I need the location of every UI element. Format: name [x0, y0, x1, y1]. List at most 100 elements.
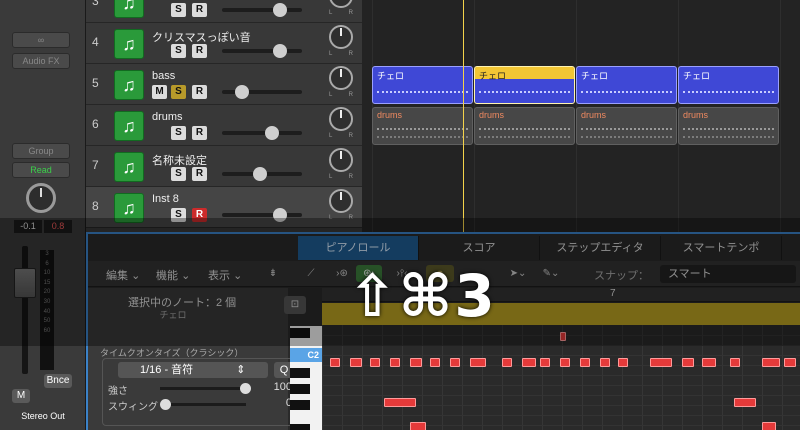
track-row[interactable]: 4 ♫ クリスマスっぽい音 S R L R: [86, 23, 362, 64]
track-volume-slider[interactable]: [222, 126, 302, 140]
midi-note[interactable]: [618, 358, 628, 367]
track-row[interactable]: 3 ♫ S R L R: [86, 0, 362, 23]
track-name[interactable]: クリスマスっぽい音: [152, 29, 251, 45]
strength-slider[interactable]: [160, 383, 251, 394]
grid-row: [322, 415, 800, 416]
track-record-button[interactable]: R: [192, 167, 207, 181]
midi-note[interactable]: [682, 358, 694, 367]
track-volume-slider[interactable]: [222, 208, 302, 222]
track-volume-slider[interactable]: [222, 44, 302, 58]
track-pan-knob[interactable]: [329, 189, 353, 213]
midi-note[interactable]: [784, 358, 796, 367]
automation-mode-read[interactable]: Read: [12, 162, 70, 178]
midi-note[interactable]: [730, 358, 740, 367]
track-volume-slider[interactable]: [222, 85, 302, 99]
track-volume-handle[interactable]: [235, 85, 249, 99]
track-pan-knob[interactable]: [329, 148, 353, 172]
instrument-note-icon[interactable]: ♫: [114, 29, 144, 59]
track-volume-handle[interactable]: [273, 3, 287, 17]
link-button[interactable]: ∞: [12, 32, 70, 48]
midi-note[interactable]: [650, 358, 672, 367]
midi-note[interactable]: [390, 358, 400, 367]
track-volume-slider[interactable]: [222, 3, 302, 17]
swing-value: 0: [285, 397, 292, 409]
arrange-area[interactable]: チェロ チェロ チェロ チェロ drums drums drums drums: [362, 0, 800, 232]
midi-note[interactable]: [430, 358, 440, 367]
midi-note[interactable]: [470, 358, 486, 367]
region-drums-2[interactable]: drums: [474, 107, 575, 145]
midi-note[interactable]: [384, 398, 416, 407]
track-solo-button[interactable]: S: [171, 126, 186, 140]
swing-slider-handle[interactable]: [160, 399, 171, 410]
instrument-note-icon[interactable]: ♫: [114, 0, 144, 18]
track-volume-slider[interactable]: [222, 167, 302, 181]
midi-note[interactable]: [540, 358, 550, 367]
track-mute-button[interactable]: M: [152, 85, 167, 99]
midi-note[interactable]: [762, 422, 776, 430]
midi-note[interactable]: [450, 358, 460, 367]
midi-note[interactable]: [762, 358, 780, 367]
pan-knob[interactable]: [26, 183, 56, 213]
instrument-note-icon[interactable]: ♫: [114, 111, 144, 141]
track-name[interactable]: Inst 8: [152, 193, 179, 205]
midi-note[interactable]: [370, 358, 380, 367]
group-slot[interactable]: Group: [12, 143, 70, 159]
track-record-button[interactable]: R: [192, 44, 207, 58]
bounce-button[interactable]: Bnce: [44, 374, 72, 388]
region-drums-3[interactable]: drums: [576, 107, 677, 145]
track-pan-knob[interactable]: [329, 66, 353, 90]
playhead[interactable]: [463, 0, 464, 232]
track-solo-button[interactable]: S: [171, 167, 186, 181]
track-number: 5: [92, 76, 99, 90]
midi-note[interactable]: [600, 358, 610, 367]
midi-note[interactable]: [350, 358, 362, 367]
region-bass-3[interactable]: チェロ: [576, 66, 677, 104]
track-row[interactable]: 7 ♫ 名称未設定 S R L R: [86, 146, 362, 187]
audio-fx-slot[interactable]: Audio FX: [12, 53, 70, 69]
track-name[interactable]: 名称未設定: [152, 152, 207, 168]
midi-note[interactable]: [734, 398, 756, 407]
track-record-button[interactable]: R: [192, 3, 207, 17]
region-drums-1[interactable]: drums: [372, 107, 473, 145]
track-solo-button[interactable]: S: [171, 44, 186, 58]
track-number: 4: [92, 35, 99, 49]
track-row[interactable]: 6 ♫ drums S R L R: [86, 105, 362, 146]
mute-button[interactable]: M: [12, 389, 30, 403]
strength-slider-handle[interactable]: [240, 383, 251, 394]
track-pan-knob[interactable]: [329, 0, 353, 8]
midi-note[interactable]: [410, 422, 426, 430]
track-name[interactable]: bass: [152, 70, 175, 82]
midi-note[interactable]: [410, 358, 422, 367]
region-bass-4[interactable]: チェロ: [678, 66, 779, 104]
grid-row: [322, 375, 800, 376]
region-bass-2-selected[interactable]: チェロ: [474, 66, 575, 104]
track-solo-button[interactable]: S: [171, 3, 186, 17]
instrument-note-icon[interactable]: ♫: [114, 70, 144, 100]
track-solo-button[interactable]: S: [171, 85, 186, 99]
track-record-button[interactable]: R: [192, 126, 207, 140]
midi-note[interactable]: [502, 358, 512, 367]
swing-label: スウィング: [108, 402, 158, 413]
region-label: チェロ: [683, 71, 711, 81]
midi-note[interactable]: [560, 358, 570, 367]
region-bass-1[interactable]: チェロ: [372, 66, 473, 104]
track-pan-knob[interactable]: [329, 107, 353, 131]
region-label: チェロ: [377, 71, 405, 81]
chevron-updown-icon: ⇕: [236, 364, 246, 376]
track-pan-knob[interactable]: [329, 25, 353, 49]
midi-note[interactable]: [330, 358, 340, 367]
track-row[interactable]: 5 ♫ bass M S R L R: [86, 64, 362, 105]
track-name[interactable]: drums: [152, 111, 183, 123]
track-record-button[interactable]: R: [192, 85, 207, 99]
track-volume-handle[interactable]: [265, 126, 279, 140]
quantize-select[interactable]: 1/16 - 音符 ⇕: [118, 362, 268, 378]
midi-note[interactable]: [702, 358, 716, 367]
swing-slider[interactable]: [160, 399, 246, 410]
instrument-note-icon[interactable]: ♫: [114, 152, 144, 182]
link-icon: ∞: [37, 35, 45, 45]
track-volume-handle[interactable]: [253, 167, 267, 181]
region-drums-4[interactable]: drums: [678, 107, 779, 145]
midi-note[interactable]: [580, 358, 590, 367]
track-volume-handle[interactable]: [273, 44, 287, 58]
midi-note[interactable]: [522, 358, 536, 367]
